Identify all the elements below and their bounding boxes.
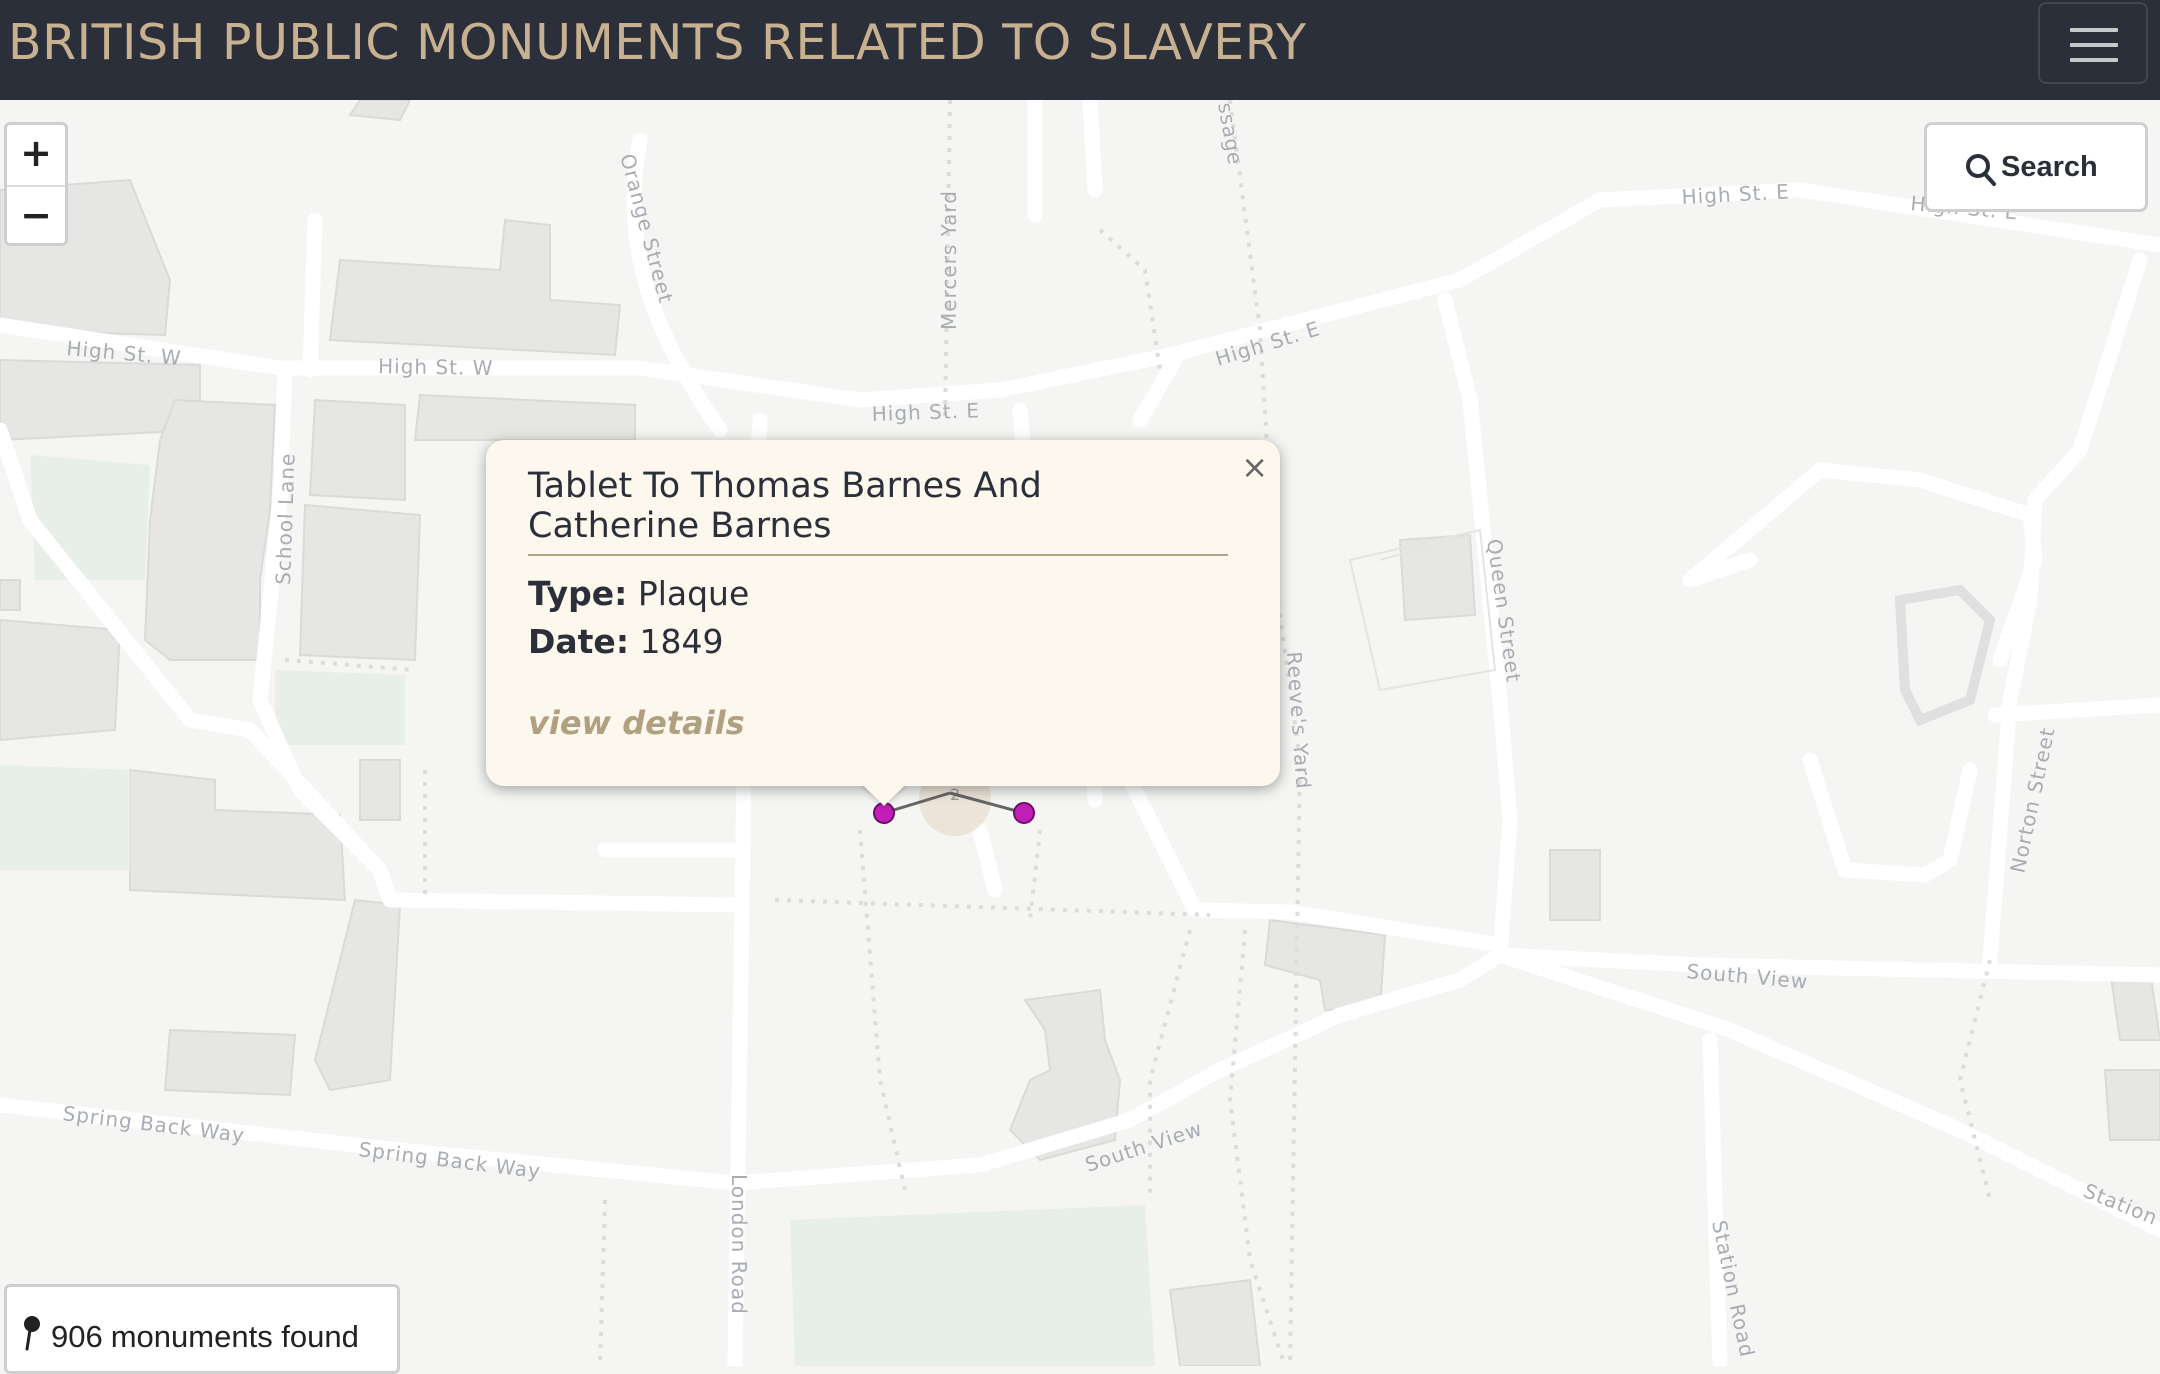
popup-date-row: Date: 1849 (528, 622, 724, 661)
type-label: Type: (528, 574, 628, 613)
street-label: Mercers Yard (937, 190, 961, 330)
date-value: 1849 (639, 622, 724, 661)
monument-count: 906 (51, 1319, 103, 1354)
date-label: Date: (528, 622, 630, 661)
street-label: Spring Back Way (357, 1137, 542, 1183)
navbar: BRITISH PUBLIC MONUMENTS RELATED TO SLAV… (0, 0, 2160, 100)
street-label: Spring Back Way (61, 1101, 246, 1147)
type-value: Plaque (637, 574, 750, 613)
monument-counter: 906 monuments found (4, 1284, 400, 1374)
street-label: Reeve's Yard (1282, 651, 1316, 791)
view-details-link[interactable]: view details (528, 704, 745, 742)
site-title[interactable]: BRITISH PUBLIC MONUMENTS RELATED TO SLAV… (8, 14, 1307, 71)
counter-label: monuments found (110, 1319, 359, 1354)
monument-marker[interactable] (1013, 802, 1035, 824)
hamburger-icon (2070, 28, 2118, 32)
hamburger-icon (2070, 43, 2118, 47)
popup-tip (862, 784, 906, 806)
street-label: High St. E (1681, 179, 1790, 209)
monument-popup: × Tablet To Thomas Barnes And Catherine … (486, 440, 1280, 786)
street-label: Station (2080, 1178, 2160, 1230)
hamburger-icon (2070, 58, 2118, 62)
popup-type-row: Type: Plaque (528, 574, 749, 613)
search-button[interactable]: Search (1924, 122, 2148, 212)
magnifier-icon (1966, 154, 1996, 186)
street-label: High St. E (871, 398, 980, 426)
popup-divider (528, 554, 1228, 556)
zoom-out-button[interactable]: − (7, 185, 65, 245)
zoom-control: + − (4, 122, 68, 246)
monument-marker[interactable] (873, 802, 895, 824)
street-label: High St. W (378, 354, 494, 380)
menu-toggle-button[interactable] (2038, 2, 2148, 84)
street-label: ssage (1213, 101, 1248, 167)
street-label: School Lane (271, 452, 300, 585)
map-pin-icon (24, 1316, 40, 1351)
search-label: Search (2001, 151, 2098, 183)
popup-close-button[interactable]: × (1241, 448, 1268, 486)
street-label: London Road (727, 1174, 751, 1315)
counter-text: 906 monuments found (51, 1319, 367, 1355)
popup-title: Tablet To Thomas Barnes And Catherine Ba… (528, 466, 1042, 546)
zoom-in-button[interactable]: + (7, 125, 65, 183)
